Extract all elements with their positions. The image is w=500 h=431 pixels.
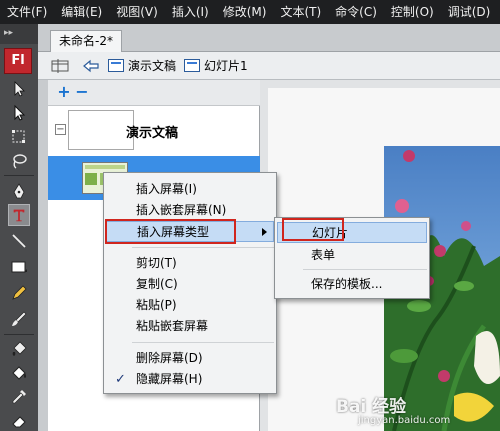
- breadcrumb-root-label: 演示文稿: [128, 59, 177, 73]
- checkmark-icon: ✓: [115, 372, 126, 387]
- timeline-toggle-icon[interactable]: [50, 58, 70, 74]
- menu-insert[interactable]: 插入(I): [165, 0, 216, 24]
- insert-screen-type-item[interactable]: 插入屏幕类型: [106, 221, 274, 242]
- menu-separator: [132, 247, 274, 248]
- paste-item[interactable]: 粘贴(P): [106, 295, 274, 316]
- hide-screen-item[interactable]: ✓ 隐藏屏幕(H): [106, 369, 274, 390]
- saved-templates-item[interactable]: 保存的模板...: [277, 274, 427, 295]
- paste-nested-screen-item[interactable]: 粘贴嵌套屏幕: [106, 316, 274, 337]
- breadcrumb-current-label: 幻灯片1: [204, 59, 248, 73]
- watermark: Bai 经验 jingyan.baidu.com: [330, 390, 500, 430]
- context-menu: 插入屏幕(I) 插入嵌套屏幕(N) 插入屏幕类型 剪切(T) 复制(C) 粘贴(…: [103, 172, 277, 394]
- delete-screen-item[interactable]: 删除屏幕(D): [106, 348, 274, 369]
- document-tab-bar: 未命名-2*: [38, 24, 500, 52]
- insert-screen-type-label: 插入屏幕类型: [137, 225, 210, 239]
- submenu-arrow-icon: [262, 228, 267, 236]
- tools-divider: [4, 175, 34, 176]
- free-transform-icon[interactable]: [8, 126, 30, 148]
- rectangle-icon[interactable]: [8, 256, 30, 278]
- screen-row-presentation[interactable]: − 演示文稿: [48, 110, 260, 154]
- text-icon[interactable]: [8, 204, 30, 226]
- menu-debug[interactable]: 调试(D): [441, 0, 498, 24]
- watermark-url: jingyan.baidu.com: [358, 415, 451, 426]
- screen-type-submenu: 幻灯片 表单 保存的模板...: [274, 217, 430, 299]
- paint-bucket-icon[interactable]: [8, 362, 30, 384]
- brush-icon[interactable]: [8, 308, 30, 330]
- hide-screen-label: 隐藏屏幕(H): [136, 372, 203, 386]
- tools-panel: ▸▸ Fl: [0, 24, 38, 431]
- flash-logo: Fl: [4, 48, 32, 74]
- menu-edit[interactable]: 编辑(E): [54, 0, 109, 24]
- menu-modify[interactable]: 修改(M): [216, 0, 274, 24]
- line-icon[interactable]: [8, 230, 30, 252]
- ink-bottle-icon[interactable]: [8, 338, 30, 360]
- cut-item[interactable]: 剪切(T): [106, 253, 274, 274]
- breadcrumb-root[interactable]: 演示文稿: [108, 57, 176, 74]
- slide-item[interactable]: 幻灯片: [277, 222, 427, 243]
- panel-gutter: [38, 80, 48, 431]
- menu-bar: 文件(F) 编辑(E) 视图(V) 插入(I) 修改(M) 文本(T) 命令(C…: [0, 0, 500, 24]
- screen-icon: [184, 59, 201, 72]
- tools-divider: [4, 334, 34, 335]
- pencil-icon[interactable]: [8, 282, 30, 304]
- menu-separator: [303, 269, 427, 270]
- form-item[interactable]: 表单: [277, 245, 427, 266]
- add-screen-button[interactable]: +: [56, 84, 72, 100]
- lasso-icon[interactable]: [8, 150, 30, 172]
- screen-icon: [108, 59, 124, 72]
- screen-thumbnail: [68, 110, 134, 150]
- menu-view[interactable]: 视图(V): [109, 0, 165, 24]
- menu-control[interactable]: 控制(O): [384, 0, 441, 24]
- document-tab[interactable]: 未命名-2*: [50, 30, 122, 52]
- screen-label-presentation: 演示文稿: [126, 126, 179, 141]
- menu-commands[interactable]: 命令(C): [328, 0, 384, 24]
- menu-text[interactable]: 文本(T): [273, 0, 328, 24]
- screens-panel-header: + −: [48, 80, 260, 106]
- remove-screen-button[interactable]: −: [74, 84, 90, 100]
- eyedropper-icon[interactable]: [8, 386, 30, 408]
- menu-file[interactable]: 文件(F): [0, 0, 54, 24]
- breadcrumb-current[interactable]: 幻灯片1: [184, 57, 248, 74]
- copy-item[interactable]: 复制(C): [106, 274, 274, 295]
- menu-separator: [132, 342, 274, 343]
- back-arrow-icon[interactable]: [82, 59, 100, 73]
- insert-screen-item[interactable]: 插入屏幕(I): [106, 179, 274, 200]
- tools-collapse-grip[interactable]: ▸▸: [0, 24, 38, 44]
- collapse-toggle[interactable]: −: [55, 124, 66, 135]
- eraser-icon[interactable]: [8, 410, 30, 431]
- selection-arrow-icon[interactable]: [8, 78, 30, 100]
- insert-nested-screen-item[interactable]: 插入嵌套屏幕(N): [106, 200, 274, 221]
- subselection-arrow-icon[interactable]: [8, 102, 30, 124]
- pen-icon[interactable]: [8, 180, 30, 202]
- screen-path-bar: 演示文稿 幻灯片1: [38, 52, 500, 80]
- watermark-logo-text: Bai 经验: [336, 397, 407, 417]
